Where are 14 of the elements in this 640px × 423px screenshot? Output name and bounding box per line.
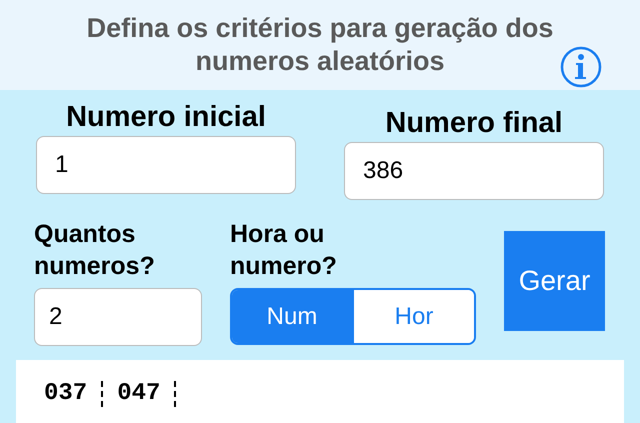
field-label: Numero final	[385, 106, 563, 140]
info-icon[interactable]	[560, 46, 602, 88]
generate-button[interactable]: Gerar	[504, 231, 605, 331]
field-label: Numero inicial	[66, 100, 266, 134]
result-number: 047	[117, 379, 160, 409]
result-number: 037	[44, 379, 88, 409]
number-field[interactable]: 1	[36, 136, 296, 194]
number-field[interactable]: 386	[344, 142, 604, 200]
count-label: Quantos numeros?	[34, 219, 156, 282]
header-title: Defina os critérios para geração dos numeros aleatórios	[86, 12, 554, 78]
mode-segment[interactable]: Num	[232, 290, 352, 343]
mode-segment[interactable]: Hor	[352, 290, 474, 343]
mode-label: Hora ou numero?	[230, 219, 338, 282]
count-field[interactable]: 2	[34, 288, 202, 346]
